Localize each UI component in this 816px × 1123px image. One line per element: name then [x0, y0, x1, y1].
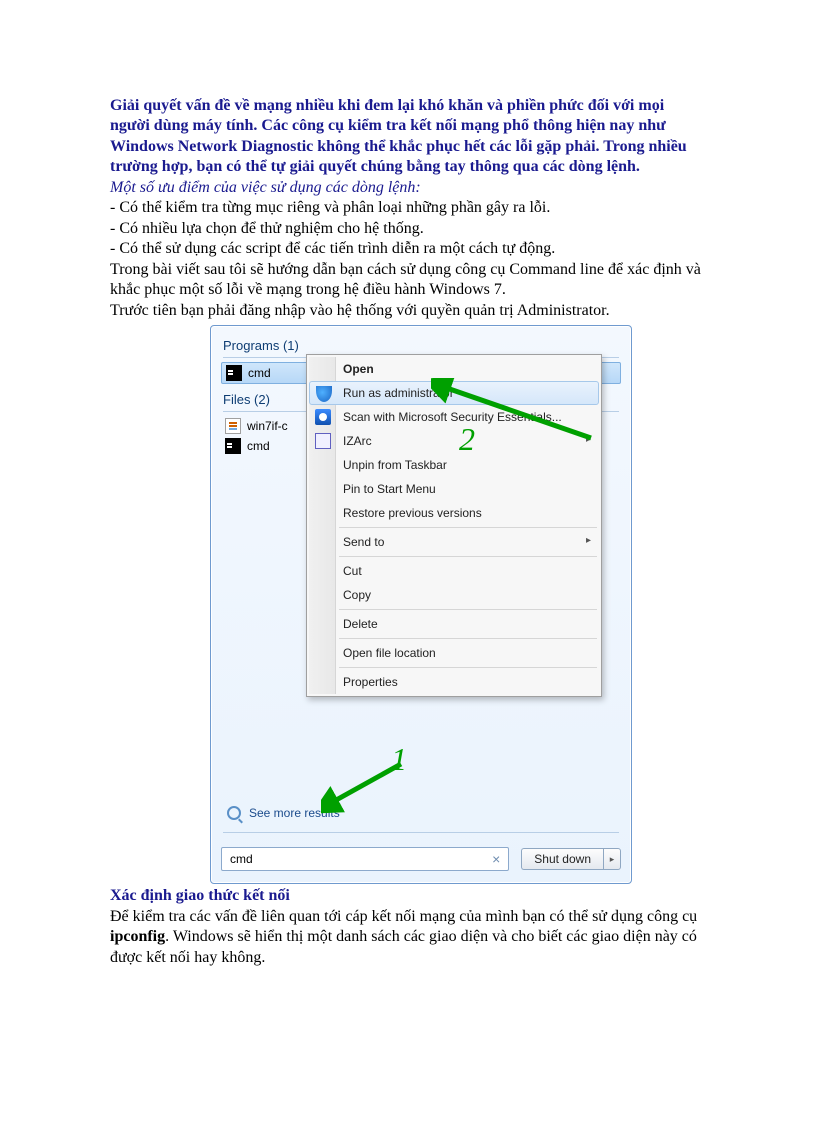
menu-run-as-administrator[interactable]: Run as administrator	[309, 381, 599, 405]
shutdown-split-button: Shut down ▸	[521, 848, 621, 870]
menu-unpin-taskbar[interactable]: Unpin from Taskbar	[309, 453, 599, 477]
ipconfig-keyword: ipconfig	[110, 928, 165, 945]
bullet-2: - Có nhiều lựa chọn để thử nghiệm cho hệ…	[110, 219, 706, 239]
divider	[223, 832, 619, 833]
intro-paragraph: Giải quyết vấn đề về mạng nhiều khi đem …	[110, 96, 706, 178]
search-icon	[227, 806, 241, 820]
menu-delete[interactable]: Delete	[309, 612, 599, 636]
context-menu: Open Run as administrator Scan with Micr…	[306, 354, 602, 697]
izarc-icon	[315, 433, 331, 449]
result-label: cmd	[247, 439, 270, 453]
menu-send-to[interactable]: Send to	[309, 530, 599, 554]
bullet-1: - Có thể kiểm tra từng mục riêng và phân…	[110, 198, 706, 218]
menu-separator	[339, 609, 597, 610]
advantages-subhead: Một số ưu điểm của việc sử dụng các dòng…	[110, 178, 706, 198]
menu-properties[interactable]: Properties	[309, 670, 599, 694]
paragraph-4: Để kiểm tra các vấn đề liên quan tới cáp…	[110, 907, 706, 968]
paragraph-3: Trước tiên bạn phải đăng nhập vào hệ thố…	[110, 301, 706, 321]
result-label: cmd	[248, 366, 271, 380]
search-input[interactable]	[228, 851, 486, 867]
menu-open-file-location[interactable]: Open file location	[309, 641, 599, 665]
menu-cut[interactable]: Cut	[309, 559, 599, 583]
menu-copy[interactable]: Copy	[309, 583, 599, 607]
cmd-icon	[226, 365, 242, 381]
file-icon	[225, 418, 241, 434]
cmd-icon	[225, 438, 241, 454]
shutdown-options-arrow[interactable]: ▸	[603, 848, 621, 870]
menu-pin-start[interactable]: Pin to Start Menu	[309, 477, 599, 501]
menu-separator	[339, 556, 597, 557]
section-title: Xác định giao thức kết nối	[110, 886, 706, 906]
paragraph-2: Trong bài viết sau tôi sẽ hướng dẫn bạn …	[110, 260, 706, 301]
shutdown-button[interactable]: Shut down	[521, 848, 603, 870]
clear-icon[interactable]: ×	[490, 852, 502, 866]
shield-icon	[316, 386, 332, 402]
start-menu-screenshot: Programs (1) cmd Files (2) win7if-c cmd …	[210, 325, 632, 884]
programs-group-title: Programs (1)	[223, 338, 621, 353]
menu-restore-versions[interactable]: Restore previous versions	[309, 501, 599, 525]
menu-separator	[339, 667, 597, 668]
menu-izarc[interactable]: IZArc	[309, 429, 599, 453]
see-more-results[interactable]: See more results	[225, 804, 621, 822]
menu-open[interactable]: Open	[309, 357, 599, 381]
security-icon	[315, 409, 331, 425]
menu-separator	[339, 638, 597, 639]
menu-separator	[339, 527, 597, 528]
menu-scan-mse[interactable]: Scan with Microsoft Security Essentials.…	[309, 405, 599, 429]
search-box[interactable]: ×	[221, 847, 509, 871]
bullet-3: - Có thể sử dụng các script để các tiến …	[110, 239, 706, 259]
result-label: win7if-c	[247, 419, 288, 433]
